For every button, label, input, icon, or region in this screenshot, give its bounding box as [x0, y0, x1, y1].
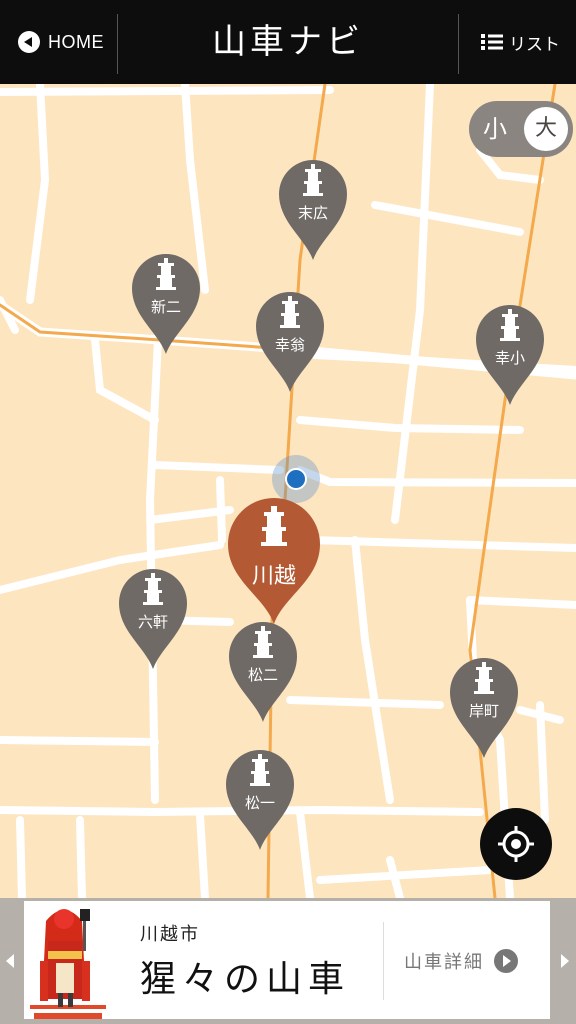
card-float-name: 猩々の山車: [140, 959, 351, 1000]
list-label: リスト: [509, 34, 560, 55]
float-pin-koushou[interactable]: 幸小: [474, 303, 546, 407]
current-location-icon: [285, 468, 307, 490]
home-label: HOME: [48, 31, 104, 52]
float-pin-suehiro[interactable]: 末広: [277, 158, 349, 262]
card-city-label: 川越市: [140, 924, 200, 945]
back-arrow-icon: [18, 31, 40, 53]
size-small-option[interactable]: 小: [469, 101, 521, 157]
size-large-option[interactable]: 大: [524, 107, 568, 151]
list-button[interactable]: リスト: [459, 0, 576, 84]
float-pin-shinni[interactable]: 新二: [130, 252, 202, 356]
float-pin-label: 松二: [247, 666, 278, 684]
next-arrow-icon[interactable]: [558, 952, 572, 970]
crosshair-icon: [498, 826, 534, 862]
float-pin-matsuichi[interactable]: 松一: [224, 748, 296, 852]
float-pin-label: 松一: [244, 794, 275, 812]
home-button[interactable]: HOME: [0, 0, 118, 84]
float-pin-label: 六軒: [137, 613, 168, 631]
float-detail-button[interactable]: 山車詳細: [384, 922, 550, 1000]
detail-button-label: 山車詳細: [404, 952, 484, 973]
float-pin-rokken[interactable]: 六軒: [117, 567, 189, 671]
float-pin-label: 末広: [297, 204, 328, 222]
float-pin-kishimachi[interactable]: 岸町: [448, 656, 520, 760]
float-pin-label: 幸翁: [274, 336, 305, 354]
float-pin-matsuni[interactable]: 松二: [227, 620, 299, 724]
float-pin-kawagoe-selected[interactable]: 川越: [226, 496, 322, 626]
float-thumbnail: [26, 901, 110, 1019]
prev-arrow-icon[interactable]: [3, 952, 17, 970]
float-pin-label: 新二: [150, 298, 181, 316]
play-arrow-icon: [494, 949, 518, 973]
my-location-button[interactable]: [480, 808, 552, 880]
top-bar: HOME 山車ナビ リスト: [0, 0, 576, 84]
float-pin-label: 岸町: [468, 702, 499, 720]
float-pin-label: 幸小: [494, 349, 525, 367]
list-icon: [481, 34, 503, 50]
float-pin-kouou[interactable]: 幸翁: [254, 290, 326, 394]
float-pin-label: 川越: [251, 564, 296, 589]
page-title: 山車ナビ: [212, 22, 364, 62]
